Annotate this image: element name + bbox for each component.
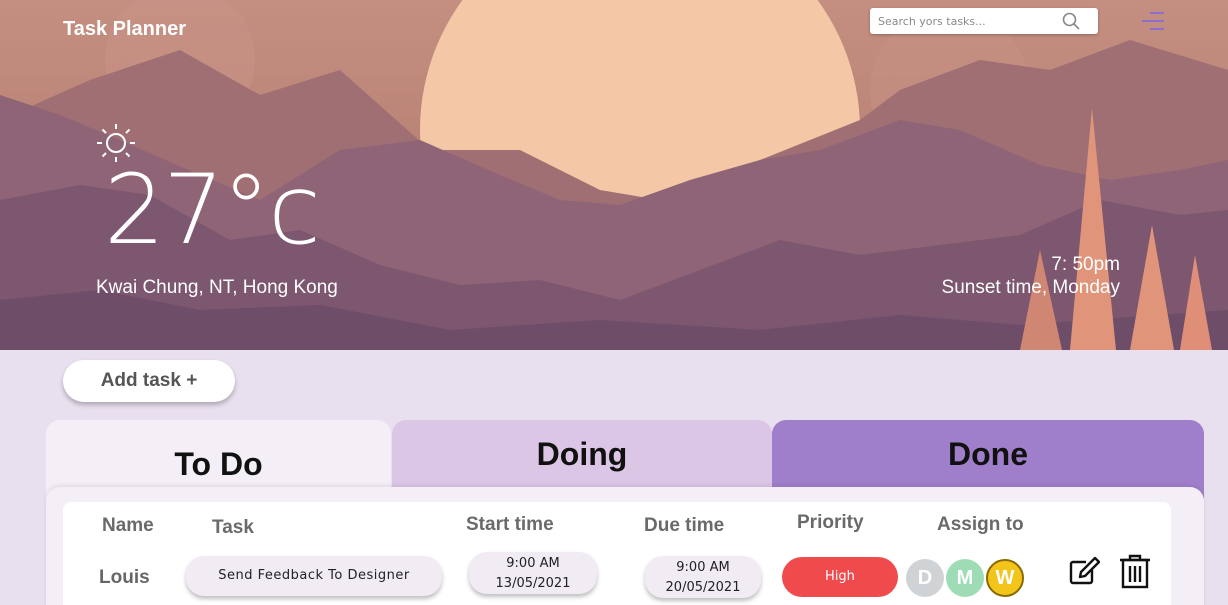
due-date: 20/05/2021	[665, 580, 741, 595]
sunset-time: 7: 50pm	[1051, 254, 1120, 275]
row-name: Louis	[99, 567, 150, 588]
start-time: 9:00 AM	[506, 556, 560, 571]
assignee-avatar[interactable]: M	[946, 559, 984, 597]
trash-icon[interactable]	[1118, 553, 1152, 593]
menu-icon[interactable]	[1138, 10, 1166, 34]
edit-icon[interactable]	[1068, 556, 1102, 590]
header-assign-to: Assign to	[937, 514, 1024, 535]
search-input[interactable]	[878, 11, 1058, 31]
add-task-button[interactable]: Add task +	[63, 360, 235, 402]
temperature: 27°c	[104, 154, 321, 266]
assignee-avatar[interactable]: W	[986, 559, 1024, 597]
row-due-time[interactable]: 9:00 AM 20/05/2021	[645, 556, 761, 598]
location: Kwai Chung, NT, Hong Kong	[96, 277, 338, 298]
header-due-time: Due time	[644, 515, 725, 536]
header-start-time: Start time	[466, 514, 554, 535]
start-date: 13/05/2021	[495, 576, 571, 591]
app-title: Task Planner	[63, 18, 187, 40]
search-bar[interactable]	[870, 8, 1098, 34]
priority-badge[interactable]: High	[782, 557, 898, 597]
header-priority: Priority	[797, 512, 864, 533]
assignee-avatar[interactable]: D	[906, 559, 944, 597]
row-start-time[interactable]: 9:00 AM 13/05/2021	[469, 552, 597, 594]
sunset-label: Sunset time, Monday	[941, 277, 1120, 298]
search-icon[interactable]	[1062, 12, 1080, 34]
weather-banner: Task Planner 27°c Kwai Chung, NT, Hong K…	[0, 0, 1228, 350]
due-time: 9:00 AM	[676, 560, 730, 575]
header-name: Name	[102, 515, 154, 536]
header-task: Task	[212, 517, 254, 538]
row-task[interactable]: Send Feedback To Designer	[186, 556, 442, 596]
